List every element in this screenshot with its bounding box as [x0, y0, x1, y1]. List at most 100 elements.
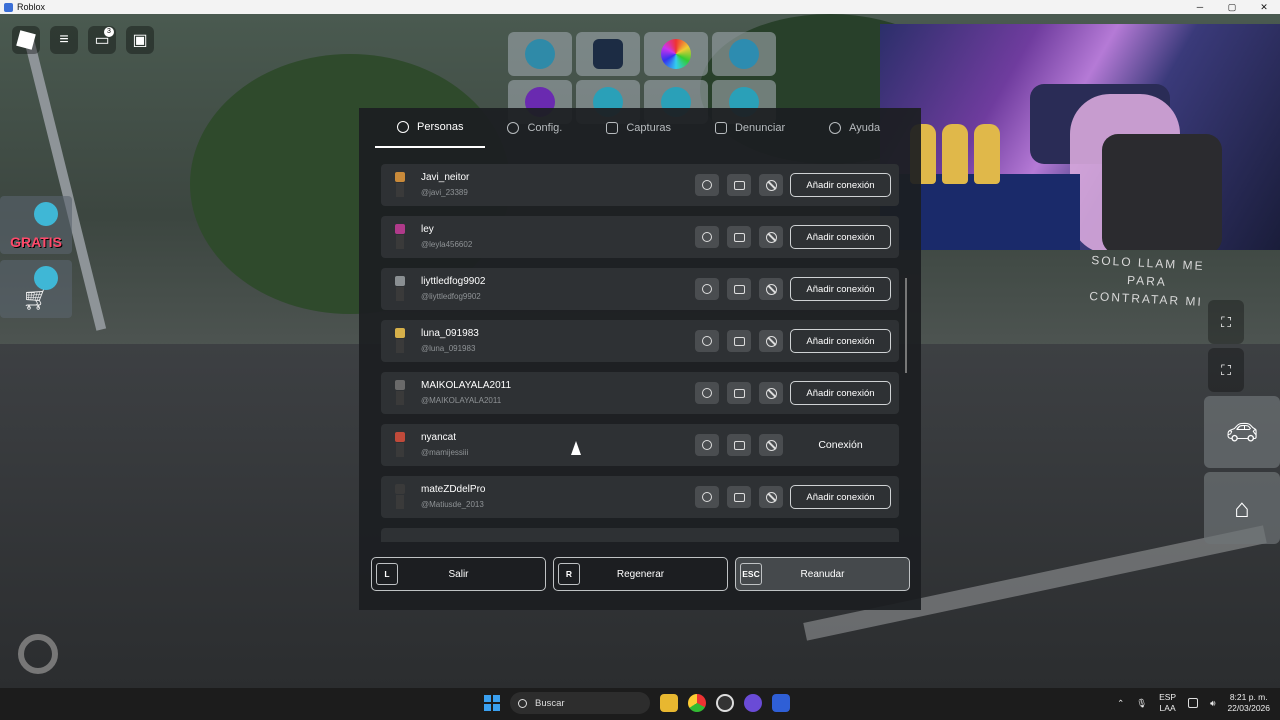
network-icon[interactable]: [1188, 698, 1199, 708]
close-button[interactable]: ✕: [1248, 0, 1280, 14]
block-button[interactable]: [759, 174, 783, 196]
report-button[interactable]: [727, 226, 751, 248]
block-button[interactable]: [759, 382, 783, 404]
windows-start-icon[interactable]: [484, 695, 500, 711]
list-scrollbar[interactable]: [905, 278, 907, 373]
player-actions: [695, 174, 783, 196]
volume-icon[interactable]: 🔊︎: [1210, 698, 1215, 709]
shop-tile[interactable]: 🛒︎: [0, 260, 72, 318]
speed-icon: [729, 39, 759, 69]
key-hint: ESC: [740, 563, 762, 585]
report-button[interactable]: [727, 486, 751, 508]
player-avatar: [393, 484, 407, 510]
inspect-button[interactable]: [695, 382, 719, 404]
tool-slot[interactable]: [712, 32, 776, 76]
tab-denunciar[interactable]: Denunciar: [693, 108, 807, 148]
inspect-button[interactable]: [695, 226, 719, 248]
block-button[interactable]: [759, 486, 783, 508]
player-avatar: [393, 276, 407, 302]
roblox-taskbar-icon[interactable]: [772, 694, 790, 712]
phone-icon: [593, 39, 623, 69]
app-icon[interactable]: [744, 694, 762, 712]
player-name: mateZDdelPro: [421, 484, 486, 495]
gratis-tile[interactable]: GRATIS: [0, 196, 72, 254]
tab-personas[interactable]: Personas: [375, 108, 486, 148]
inspect-button[interactable]: [695, 330, 719, 352]
report-button[interactable]: [727, 330, 751, 352]
language-indicator[interactable]: ESP LAA: [1159, 692, 1176, 714]
chevron-up-icon[interactable]: ⌃: [1117, 698, 1124, 709]
tool-slot[interactable]: [576, 32, 640, 76]
add-connection-button[interactable]: Conexión: [790, 433, 891, 457]
color-wheel-icon: [661, 39, 691, 69]
file-explorer-icon[interactable]: [660, 694, 678, 712]
player-row[interactable]: luna_091983 @luna_091983 Añadir conexión: [381, 320, 899, 362]
backpack-button[interactable]: ▣: [126, 26, 154, 54]
inspect-button[interactable]: [695, 174, 719, 196]
inspect-button[interactable]: [695, 486, 719, 508]
camera-icon: [606, 122, 619, 134]
add-connection-button[interactable]: Añadir conexión: [790, 329, 891, 353]
chrome-icon[interactable]: [688, 694, 706, 712]
player-row[interactable]: MAIKOLAYALA2011 @MAIKOLAYALA2011 Añadir co…: [381, 372, 899, 414]
screenshot-button[interactable]: ⛶: [1208, 300, 1244, 344]
player-row[interactable]: nyancat @mamijessiii Conexión: [381, 424, 899, 466]
tab-label: Config.: [527, 122, 563, 134]
player-row[interactable]: [381, 528, 899, 542]
add-connection-button[interactable]: Añadir conexión: [790, 277, 891, 301]
respawn-button[interactable]: R Regenerar: [553, 557, 728, 591]
zoom-icon: [702, 492, 712, 502]
player-row[interactable]: mateZDdelPro @Matiusde_2013 Añadir conexió…: [381, 476, 899, 518]
block-button[interactable]: [759, 330, 783, 352]
tab-label: Denunciar: [734, 122, 786, 134]
player-row[interactable]: liyttledfog9902 @liyttledfog9902 Añadir co…: [381, 268, 899, 310]
player-actions: [695, 434, 783, 456]
inspect-button[interactable]: [695, 434, 719, 456]
player-row[interactable]: Javi_neitor @javi_23389 Añadir conexión: [381, 164, 899, 206]
block-button[interactable]: [759, 226, 783, 248]
clock[interactable]: 8:21 p. m. 22/03/2026: [1227, 692, 1270, 714]
tab-ayuda[interactable]: Ayuda: [807, 108, 902, 148]
leave-button[interactable]: L Salir: [371, 557, 546, 591]
button-label: Regenerar: [616, 568, 665, 580]
block-button[interactable]: [759, 278, 783, 300]
microphone-icon[interactable]: 🎙︎: [1136, 698, 1147, 709]
resume-button[interactable]: ESC Reanudar: [735, 557, 910, 591]
add-connection-button[interactable]: Añadir conexión: [790, 381, 891, 405]
report-button[interactable]: [727, 382, 751, 404]
report-icon: [733, 336, 745, 346]
maximize-button[interactable]: ▢: [1216, 0, 1248, 14]
tab-capturas[interactable]: Capturas: [584, 108, 693, 148]
add-connection-button[interactable]: Añadir conexión: [790, 173, 891, 197]
mouse-cursor: [571, 441, 581, 455]
minimize-button[interactable]: ─: [1184, 0, 1216, 14]
app-icon[interactable]: [716, 694, 734, 712]
inspect-button[interactable]: [695, 278, 719, 300]
settings-gear-icon[interactable]: [18, 634, 58, 674]
tool-slot[interactable]: [508, 32, 572, 76]
roblox-menu-button[interactable]: [12, 26, 40, 54]
report-button[interactable]: [727, 434, 751, 456]
player-row[interactable]: ley @leyla456602 Añadir conexión: [381, 216, 899, 258]
block-button[interactable]: [759, 434, 783, 456]
tool-icon: [525, 39, 555, 69]
hamburger-button[interactable]: ≡: [50, 26, 78, 54]
player-list[interactable]: Javi_neitor @javi_23389 Añadir conexión ley…: [381, 164, 899, 542]
block-icon: [765, 387, 777, 399]
window-title-bar: Roblox ─ ▢ ✕: [0, 0, 1280, 14]
taskbar-search[interactable]: Buscar: [510, 692, 650, 714]
report-button[interactable]: [727, 174, 751, 196]
report-button[interactable]: [727, 278, 751, 300]
report-icon: [733, 180, 745, 190]
vehicle-button[interactable]: 🚗︎: [1204, 396, 1280, 468]
tool-slot[interactable]: [644, 32, 708, 76]
add-connection-button[interactable]: Añadir conexión: [790, 485, 891, 509]
record-button[interactable]: ⛶: [1208, 348, 1244, 392]
house-button[interactable]: ⌂: [1204, 472, 1280, 544]
add-connection-button[interactable]: Añadir conexión: [790, 225, 891, 249]
taskbar-center: Buscar: [484, 692, 790, 714]
tab-config[interactable]: Config.: [485, 108, 584, 148]
record-icon: ⛶: [1221, 361, 1231, 378]
chat-button[interactable]: ▭ 3: [88, 26, 116, 54]
player-actions: [695, 486, 783, 508]
